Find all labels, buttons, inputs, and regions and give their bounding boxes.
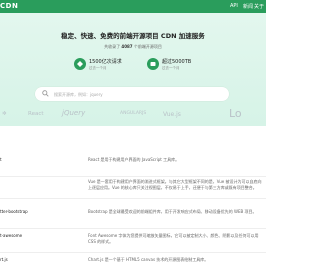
- library-row[interactable]: tter-bootstrap Bootstrap 是全球最受欢迎的前端组件库，用…: [0, 207, 266, 229]
- library-row[interactable]: t-awesome Font Awesome 字体为您提供可缩放矢量图标，它可以…: [0, 231, 266, 253]
- hero-subline: 共收录了 4087 个前端开源项目: [0, 44, 266, 50]
- requests-icon: [74, 58, 86, 70]
- stat-requests-title: 1500亿次请求: [89, 59, 122, 65]
- library-name[interactable]: tter-bootstrap: [0, 209, 28, 214]
- library-desc: React 是用于构建用户界面的 JavaScript 工具库。: [88, 157, 180, 162]
- logo-react-icon: ✲: [2, 111, 7, 117]
- library-row[interactable]: t React 是用于构建用户界面的 JavaScript 工具库。: [0, 155, 266, 177]
- library-desc: Font Awesome 字体为您提供可缩放矢量图标，它可以被定制大小、颜色、阴…: [88, 233, 259, 244]
- logo-angularjs: ANGULARJS: [120, 111, 147, 116]
- nav-link-api[interactable]: API: [230, 3, 238, 9]
- library-desc: Bootstrap 是全球最受欢迎的前端组件库，用于开发响应式布局、移动设备优先…: [88, 209, 257, 214]
- hero-headline: 稳定、快速、免费的前端开源项目 CDN 加速服务: [61, 32, 205, 40]
- bandwidth-icon: [147, 58, 159, 70]
- stat-requests-sub: 过去一个月: [89, 66, 107, 70]
- nav-link-news[interactable]: 新闻: [243, 3, 253, 10]
- stat-bandwidth-title: 超过5000TB: [162, 59, 192, 65]
- library-desc: Chart.js 是一个基于 HTML5 canvas 技术的开源图表绘制工具库…: [88, 257, 209, 262]
- logo-react: React: [28, 111, 44, 117]
- search-icon: [42, 90, 49, 97]
- library-name[interactable]: rt.js: [0, 257, 8, 262]
- subline-suffix: 个前端开源项目: [133, 44, 162, 49]
- logo-strip: ✲ React jQuery ANGULARJS Vue.js Lo: [0, 107, 266, 123]
- library-row[interactable]: Vue 是一套用于构建用户界面的渐进式框架。与其它大型框架不同的是，Vue 被设…: [0, 177, 266, 199]
- library-desc: Vue 是一套用于构建用户界面的渐进式框架。与其它大型框架不同的是，Vue 被设…: [88, 179, 262, 190]
- library-count: 4087: [121, 44, 133, 49]
- top-navbar: CDN API 新闻 关于: [0, 0, 266, 13]
- logo-lodash: Lo: [229, 107, 242, 120]
- search-box[interactable]: 搜索开源库，例如：jquery: [35, 87, 229, 101]
- brand-logo[interactable]: CDN: [0, 2, 18, 10]
- logo-jquery: jQuery: [62, 109, 86, 117]
- logo-vue: Vue.js: [163, 111, 181, 118]
- nav-link-about[interactable]: 关于: [254, 3, 264, 10]
- library-name[interactable]: t: [0, 157, 2, 162]
- library-name[interactable]: t-awesome: [0, 233, 22, 238]
- subline-prefix: 共收录了: [104, 44, 121, 49]
- search-input[interactable]: 搜索开源库，例如：jquery: [54, 92, 103, 98]
- stat-bandwidth-sub: 过去一个月: [162, 66, 180, 70]
